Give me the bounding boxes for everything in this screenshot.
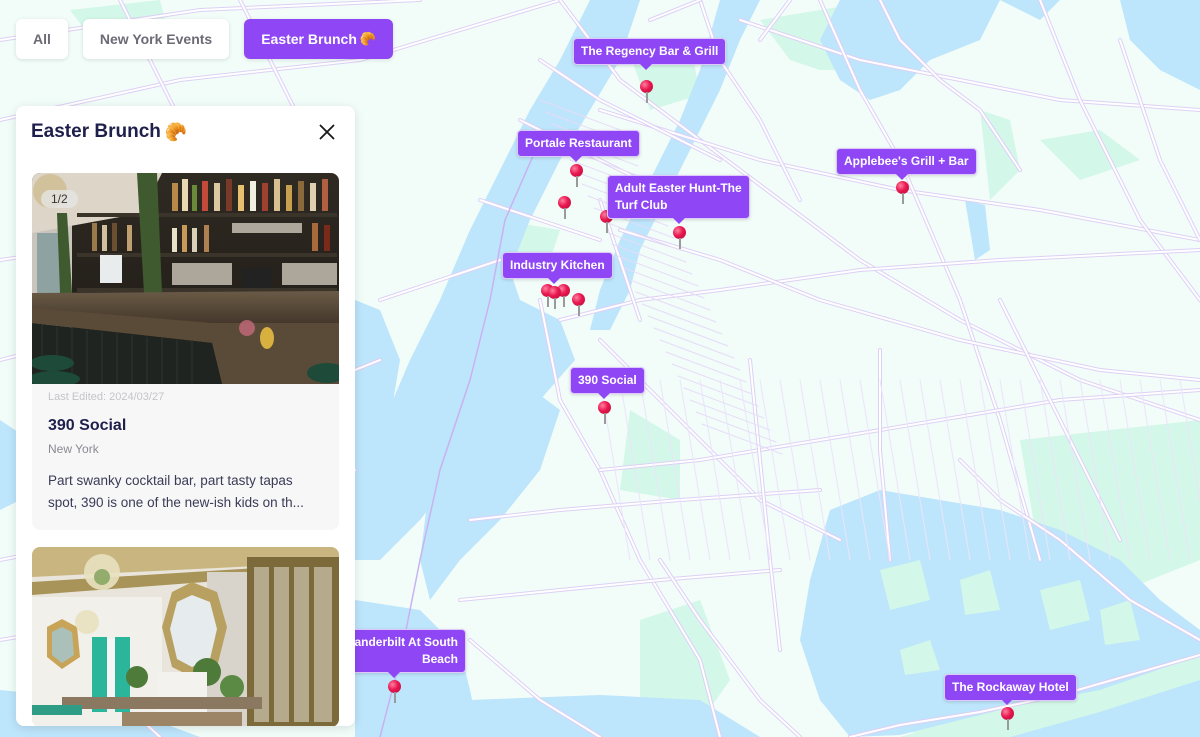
place-card[interactable] — [32, 547, 339, 726]
close-button[interactable] — [315, 120, 339, 144]
panel-list[interactable]: 1/2 Last Edited: 2024/03/27 390 Social N… — [16, 158, 355, 726]
marker-label-pointer — [570, 156, 582, 162]
map-pin-icon[interactable] — [548, 286, 562, 312]
marker-label[interactable]: Portale Restaurant — [517, 130, 640, 157]
last-edited: Last Edited: 2024/03/27 — [48, 391, 165, 403]
filter-chip-label: Easter Brunch — [261, 31, 357, 47]
image-counter: 1/2 — [41, 190, 78, 208]
place-title[interactable]: 390 Social — [48, 417, 323, 435]
place-photo[interactable] — [32, 547, 339, 726]
bar-interior-image — [32, 173, 339, 384]
croissant-icon: 🥐 — [359, 31, 377, 46]
map-pin-icon[interactable] — [673, 226, 687, 252]
marker-label[interactable]: The Rockaway Hotel — [944, 674, 1077, 701]
map-pin-icon[interactable] — [598, 401, 612, 427]
map-pin-icon[interactable] — [570, 164, 584, 190]
filter-chip-all[interactable]: All — [16, 19, 68, 59]
place-description: Part swanky cocktail bar, part tasty tap… — [48, 473, 304, 510]
marker-label[interactable]: Applebee's Grill + Bar — [836, 148, 977, 175]
marker-label[interactable]: The Regency Bar & Grill — [573, 38, 727, 65]
map-pin-icon[interactable] — [572, 293, 586, 319]
marker-label-pointer — [673, 218, 685, 224]
marker-label-pointer — [598, 393, 610, 399]
place-photo[interactable]: 1/2 — [32, 173, 339, 384]
marker-label-pointer — [1001, 699, 1013, 705]
map-pin-icon[interactable] — [558, 196, 572, 222]
panel-header: Easter Brunch 🥐 — [16, 106, 355, 158]
collection-panel: Easter Brunch 🥐 1/2 Last Edited: 2024/03… — [16, 106, 355, 726]
marker-label[interactable]: Industry Kitchen — [502, 252, 613, 279]
filter-chips: All New York Events Easter Brunch 🥐 — [16, 19, 394, 59]
map-pin-icon[interactable] — [640, 80, 654, 106]
panel-title: Easter Brunch 🥐 — [31, 121, 187, 143]
marker-label-pointer — [896, 174, 908, 180]
close-icon — [319, 124, 335, 140]
marker-label[interactable]: Adult Easter Hunt-The Turf Club — [607, 175, 750, 219]
place-card-body: Last Edited: 2024/03/27 390 Social New Y… — [32, 384, 339, 530]
filter-chip-new-york-events[interactable]: New York Events — [82, 19, 230, 59]
place-card[interactable]: 1/2 Last Edited: 2024/03/27 390 Social N… — [32, 173, 339, 530]
map-pin-icon[interactable] — [388, 680, 402, 706]
marker-label-pointer — [640, 64, 652, 70]
croissant-icon: 🥐 — [164, 121, 188, 142]
filter-chip-easter-brunch[interactable]: Easter Brunch 🥐 — [244, 19, 394, 59]
filter-chip-label: New York Events — [99, 31, 213, 47]
marker-label[interactable]: 390 Social — [570, 367, 645, 394]
dining-room-image — [32, 547, 339, 726]
place-location: New York — [48, 442, 99, 456]
filter-chip-label: All — [33, 31, 51, 47]
marker-label-pointer — [388, 672, 400, 678]
panel-title-text: Easter Brunch — [31, 121, 161, 142]
map-pin-icon[interactable] — [896, 181, 910, 207]
map-pin-icon[interactable] — [1001, 707, 1015, 733]
